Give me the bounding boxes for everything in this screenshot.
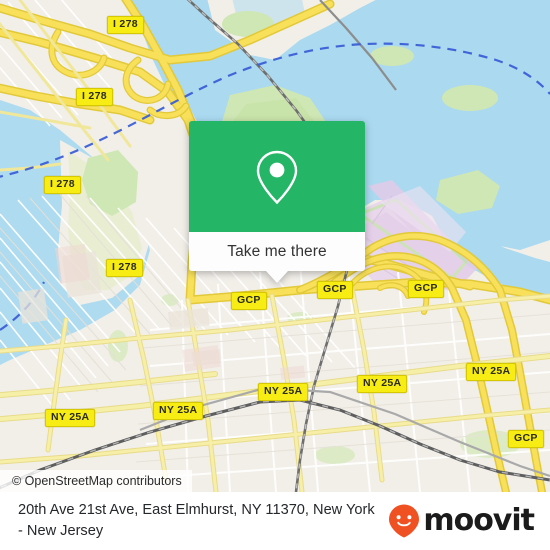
shield-gcp-bottom: GCP [508,430,544,448]
popup-image-panel [189,121,365,232]
take-me-there-button[interactable]: Take me there [189,232,365,271]
shield-i278-west: I 278 [44,176,81,194]
shield-ny25a-mid: NY 25A [153,402,204,420]
shield-ny25a-left: NY 25A [45,409,96,427]
map-pin-icon [256,150,298,204]
moovit-brand[interactable]: moovit [387,503,535,539]
map-canvas[interactable]: I 278 I 278 I 278 I 278 GCP GCP GCP NY 25A NY 25… [0,0,550,492]
shield-gcp-center: GCP [231,292,267,310]
shield-ny25a-center: NY 25A [258,383,309,401]
map-screenshot-page: I 278 I 278 I 278 I 278 GCP GCP GCP NY 25A NY 25… [0,0,550,550]
location-title: 20th Ave 21st Ave, East Elmhurst, NY 113… [18,502,375,539]
shield-ny25a-right: NY 25A [357,375,408,393]
location-popup-card[interactable]: Take me there [189,121,365,283]
shield-gcp-right: GCP [408,280,444,298]
shield-i278-north: I 278 [107,16,144,34]
shield-i278-mid: I 278 [76,88,113,106]
shield-ny25a-far-right: NY 25A [466,363,517,381]
popup-pointer-tail [266,271,288,283]
take-me-there-label: Take me there [227,242,327,260]
map-attribution[interactable]: © OpenStreetMap contributors [0,470,192,492]
moovit-wordmark: moovit [423,503,535,538]
shield-i278-south: I 278 [106,259,143,277]
attribution-text: © OpenStreetMap contributors [12,474,182,488]
moovit-pin-icon [389,504,420,538]
shield-gcp-upper: GCP [317,281,353,299]
footer-bar: 20th Ave 21st Ave, East Elmhurst, NY 113… [0,492,550,550]
